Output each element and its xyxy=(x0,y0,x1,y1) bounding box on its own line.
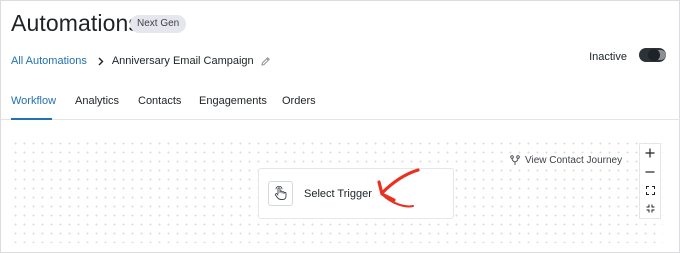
expand-icon xyxy=(646,204,654,213)
zoom-in-button[interactable] xyxy=(640,144,660,163)
view-contact-journey-label: View Contact Journey xyxy=(525,155,623,166)
annotation-arrow-icon xyxy=(377,168,420,208)
automation-editor: Automations Next Gen All Automations Ann… xyxy=(0,0,680,253)
select-trigger-card[interactable]: Select Trigger xyxy=(258,168,454,219)
tab-bar: Workflow Analytics Contacts Engagements … xyxy=(1,89,680,120)
pointer-hand-icon xyxy=(268,181,293,206)
plus-icon xyxy=(645,148,655,158)
pencil-icon[interactable] xyxy=(260,56,271,67)
branch-icon xyxy=(510,155,520,165)
tab-orders[interactable]: Orders xyxy=(282,95,316,107)
breadcrumb: All Automations Anniversary Email Campai… xyxy=(11,54,271,68)
fit-view-icon xyxy=(645,185,655,195)
select-trigger-label: Select Trigger xyxy=(304,188,372,200)
tab-engagements[interactable]: Engagements xyxy=(199,95,267,107)
tab-workflow[interactable]: Workflow xyxy=(11,95,56,107)
fullscreen-button[interactable] xyxy=(640,200,660,219)
tab-contacts[interactable]: Contacts xyxy=(138,95,181,107)
breadcrumb-current: Anniversary Email Campaign xyxy=(111,55,254,67)
active-tab-indicator xyxy=(11,118,52,120)
breadcrumb-all-automations-link[interactable]: All Automations xyxy=(11,55,87,67)
toggle-knob xyxy=(648,49,660,61)
view-contact-journey-button[interactable]: View Contact Journey xyxy=(508,154,625,167)
tab-analytics[interactable]: Analytics xyxy=(75,95,119,107)
status-toggle[interactable] xyxy=(639,48,666,62)
zoom-controls xyxy=(639,143,661,219)
status-label: Inactive xyxy=(589,51,627,63)
minus-icon xyxy=(645,171,655,173)
fit-view-button[interactable] xyxy=(640,181,660,200)
zoom-out-button[interactable] xyxy=(640,163,660,182)
chevron-right-icon xyxy=(98,57,104,66)
next-gen-badge: Next Gen xyxy=(130,15,187,33)
page-title: Automations xyxy=(11,10,140,36)
